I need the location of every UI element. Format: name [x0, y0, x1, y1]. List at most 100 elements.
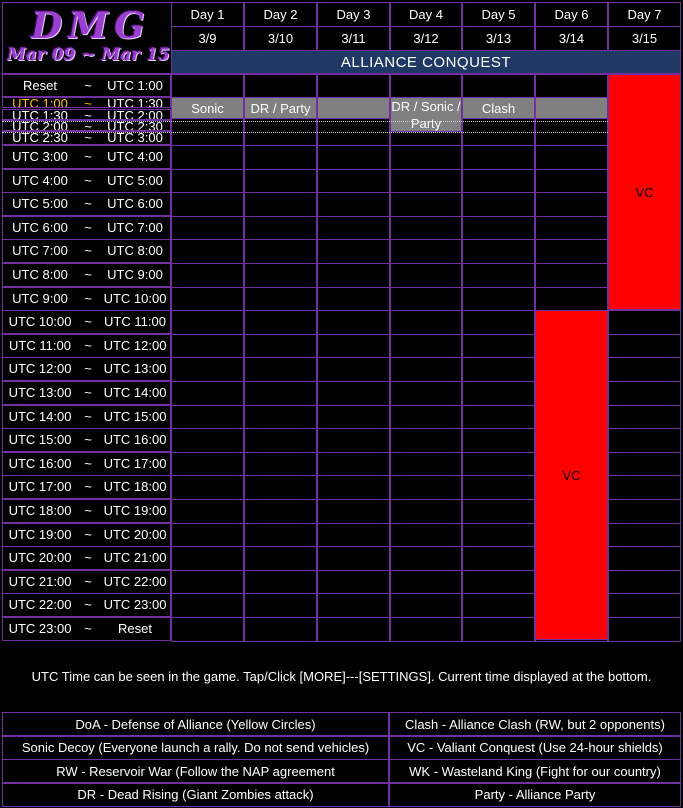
tilde: ~	[84, 361, 92, 377]
logo-name: DMG	[31, 5, 151, 47]
grid-cell	[171, 475, 244, 500]
day-date: 3/13	[462, 26, 535, 51]
grid-cell	[608, 310, 681, 335]
legend-item: Clash - Alliance Clash (RW, but 2 oppone…	[389, 712, 681, 736]
grid-cell	[390, 475, 462, 500]
tilde: ~	[84, 621, 92, 636]
time-slot: UTC 11:00 ~ UTC 12:00	[2, 333, 171, 358]
grid-cell	[171, 286, 244, 312]
grid-cell	[171, 546, 244, 571]
grid-cell	[171, 215, 244, 241]
grid-cell	[390, 333, 462, 359]
time-start: UTC 7:00	[12, 243, 68, 259]
time-end: UTC 6:00	[107, 196, 163, 212]
grid-cell	[462, 428, 535, 453]
time-end: Reset	[118, 621, 152, 636]
tilde: ~	[84, 78, 92, 93]
logo: DMG Mar 09 ~ Mar 15	[2, 2, 172, 74]
tilde: ~	[84, 196, 92, 212]
grid-cell	[462, 546, 535, 571]
grid-cell	[244, 286, 317, 312]
tilde: ~	[84, 131, 92, 145]
time-start: UTC 21:00	[8, 573, 72, 589]
grid-cell	[244, 475, 317, 500]
grid-cell	[244, 499, 317, 524]
grid-cell	[535, 286, 608, 312]
time-end: UTC 2:00	[107, 109, 163, 120]
day-label: Day 6	[535, 2, 608, 27]
grid-cell	[608, 522, 681, 548]
grid-cell	[317, 168, 390, 194]
grid-cell	[462, 215, 535, 241]
time-slot: UTC 20:00 ~ UTC 21:00	[2, 546, 171, 571]
grid-cell	[317, 569, 390, 595]
time-start: UTC 2:30	[12, 131, 68, 145]
grid-cell	[317, 192, 390, 217]
grid-cell	[171, 569, 244, 595]
day-label: Day 2	[244, 2, 317, 27]
time-slot: UTC 1:00 ~ UTC 1:30	[2, 97, 171, 108]
legend-item: WK - Wasteland King (Fight for our count…	[389, 759, 681, 783]
grid-cell	[317, 546, 390, 571]
time-slot: UTC 1:30 ~ UTC 2:00	[2, 109, 171, 120]
grid-cell	[390, 310, 462, 335]
time-start: UTC 1:00	[12, 97, 68, 108]
grid-cell	[244, 593, 317, 618]
event-day4: DR / Sonic / Party	[390, 97, 462, 132]
grid-cell	[608, 617, 681, 642]
grid-cell	[462, 286, 535, 312]
grid-cell	[608, 428, 681, 453]
grid-cell	[171, 381, 244, 406]
time-slot: UTC 19:00 ~ UTC 20:00	[2, 522, 171, 547]
grid-cell	[244, 522, 317, 548]
grid-cell	[462, 499, 535, 524]
grid-cell	[317, 286, 390, 312]
grid-cell	[244, 310, 317, 335]
grid-cell	[317, 310, 390, 335]
time-start: UTC 5:00	[12, 196, 68, 212]
grid-cell	[462, 192, 535, 217]
time-slot: UTC 6:00 ~ UTC 7:00	[2, 215, 171, 240]
event-day7-vc: VC	[608, 74, 681, 310]
grid-cell	[171, 145, 244, 170]
time-slot: UTC 18:00 ~ UTC 19:00	[2, 499, 171, 523]
day-date: 3/10	[244, 26, 317, 51]
grid-cell	[608, 475, 681, 500]
tilde: ~	[84, 267, 92, 282]
grid-cell	[462, 263, 535, 288]
time-start: UTC 16:00	[8, 455, 72, 471]
grid-cell	[317, 263, 390, 288]
grid-cell	[390, 145, 462, 170]
time-slot: Reset ~ UTC 1:00	[2, 74, 171, 97]
tilde: ~	[84, 290, 92, 306]
grid-cell	[171, 499, 244, 524]
grid-cell	[244, 333, 317, 359]
time-start: UTC 14:00	[8, 408, 72, 424]
time-end: UTC 23:00	[103, 597, 167, 613]
grid-cell	[317, 381, 390, 406]
grid-cell	[608, 333, 681, 359]
grid-cell	[390, 546, 462, 571]
grid-cell	[608, 569, 681, 595]
grid-cell	[317, 499, 390, 524]
grid-cell	[171, 333, 244, 359]
legend-item: Party - Alliance Party	[389, 782, 681, 807]
grid-cell	[390, 451, 462, 477]
grid-cell	[535, 263, 608, 288]
grid-cell	[317, 593, 390, 618]
grid-cell	[171, 404, 244, 430]
grid-cell	[535, 74, 608, 98]
grid-cell	[390, 357, 462, 382]
time-end: UTC 8:00	[107, 243, 163, 259]
legend-item: DoA - Defense of Alliance (Yellow Circle…	[2, 712, 389, 736]
tilde: ~	[84, 597, 92, 613]
grid-cell	[317, 404, 390, 430]
grid-cell	[244, 192, 317, 217]
grid-cell	[390, 263, 462, 288]
tilde: ~	[84, 97, 92, 108]
grid-cell	[462, 239, 535, 264]
grid-cell	[317, 357, 390, 382]
grid-cell	[171, 522, 244, 548]
time-slot: UTC 4:00 ~ UTC 5:00	[2, 168, 171, 193]
time-slot: UTC 15:00 ~ UTC 16:00	[2, 428, 171, 453]
